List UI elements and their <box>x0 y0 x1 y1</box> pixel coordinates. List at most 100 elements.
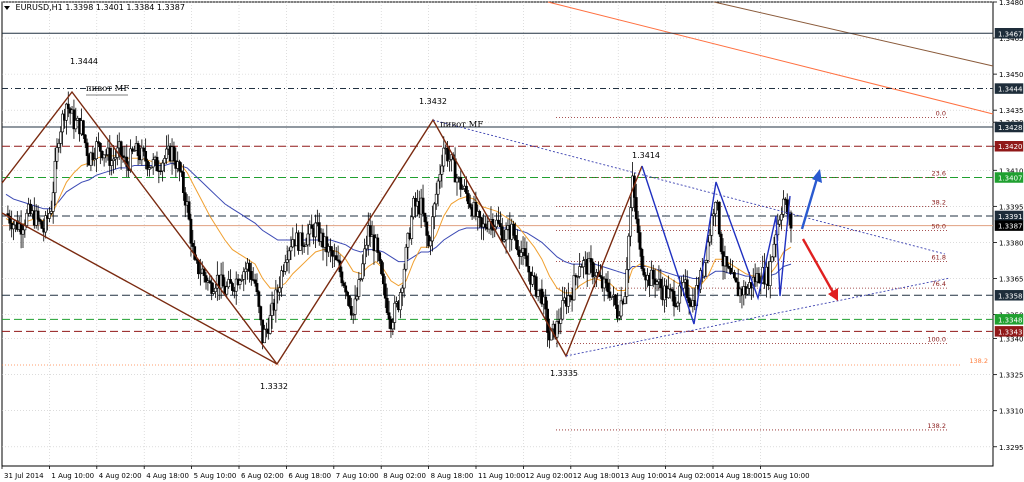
candle-body <box>136 143 140 156</box>
x-tick-label: 12 Aug 18:00 <box>573 472 620 480</box>
candle-body <box>40 221 44 229</box>
y-tick-label: 1.3325 <box>999 372 1024 380</box>
y-tick-label: 1.3395 <box>999 203 1024 211</box>
x-tick-label: 14 Aug 02:00 <box>668 472 715 480</box>
candle-body <box>655 281 659 285</box>
candle-body <box>440 165 444 175</box>
candle-body <box>536 290 540 297</box>
candle-body <box>578 266 582 277</box>
candle-body <box>342 282 346 287</box>
candle-body <box>280 270 283 289</box>
fib-level-label: 38.2 <box>932 198 946 206</box>
candle-body <box>400 287 404 293</box>
candle-body <box>289 246 293 252</box>
y-tick-label: 1.3450 <box>999 71 1024 79</box>
candle-body <box>55 147 59 162</box>
candle-body <box>466 193 470 204</box>
candle-body <box>478 211 482 218</box>
candle-body <box>66 103 70 109</box>
level-price-label: 1.3348 <box>998 316 1023 324</box>
candle-body <box>278 287 282 293</box>
y-tick-label: 1.3380 <box>999 239 1024 247</box>
candle-body <box>651 269 655 280</box>
candle-body <box>274 289 278 311</box>
x-tick-label: 15 Aug 10:00 <box>762 472 809 480</box>
y-tick-label: 1.3480 <box>999 0 1024 7</box>
candle-body <box>51 192 55 212</box>
candle-body <box>59 131 63 144</box>
candle-body <box>57 143 61 148</box>
candle-body <box>85 142 89 156</box>
candle-body <box>361 263 365 280</box>
candle-body <box>636 218 640 233</box>
ohlc-label: 1.3398 1.3401 1.3384 1.3387 <box>65 3 185 12</box>
candle-body <box>263 329 266 344</box>
candle-body <box>349 306 353 316</box>
candle-body <box>259 306 263 321</box>
fib-level-label: 23.6 <box>932 170 946 178</box>
fib-level-label: 0.0 <box>936 109 946 117</box>
candle-body <box>566 295 570 307</box>
candle-body <box>391 322 395 330</box>
dropdown-triangle-icon[interactable] <box>4 5 10 10</box>
level-price-label: 1.3407 <box>998 175 1023 183</box>
x-tick-label: 4 Aug 18:00 <box>146 472 189 480</box>
candle-body <box>582 260 585 268</box>
candle-body <box>778 219 782 225</box>
x-tick-label: 12 Aug 02:00 <box>525 472 572 480</box>
candle-body <box>672 290 676 307</box>
candle-body <box>497 219 500 224</box>
fib-level-label: 138.2 <box>927 422 946 430</box>
candle-body <box>306 233 310 246</box>
candle-body <box>155 156 159 172</box>
candle-body <box>129 148 132 171</box>
candle-body <box>425 221 429 236</box>
candle-body <box>446 147 449 162</box>
candle-body <box>238 280 242 285</box>
candle-body <box>83 134 87 144</box>
candle-body <box>706 241 710 261</box>
y-tick-label: 1.3435 <box>999 107 1024 115</box>
candle-body <box>151 159 155 168</box>
candle-body <box>434 193 438 205</box>
fib-level-label: 61.8 <box>932 254 946 262</box>
candle-body <box>421 197 425 214</box>
candle-body <box>757 273 761 284</box>
candle-body <box>161 162 165 172</box>
candle-body <box>732 272 736 279</box>
candle-body <box>95 141 98 160</box>
candle-body <box>25 212 29 226</box>
chart-canvas: 31 Jul 2014 1 Aug 10:00 4 Aug 02:00 4 Aug 1… <box>0 0 1024 482</box>
candle-body <box>572 275 576 301</box>
candle-body <box>746 288 749 295</box>
candle-body <box>36 210 40 220</box>
candle-body <box>483 223 487 228</box>
candle-body <box>393 302 397 323</box>
level-price-label: 1.3343 <box>998 328 1023 336</box>
candle-body <box>772 243 776 258</box>
candle-body <box>53 160 57 194</box>
annotation-pivot-1: пивот MF <box>86 84 129 94</box>
fib-level-label: 100.0 <box>927 335 946 343</box>
chart-header: EURUSD,H1 1.3398 1.3401 1.3384 1.3387 <box>4 3 185 12</box>
candle-body <box>555 321 559 338</box>
candle-body <box>268 315 272 334</box>
candle-body <box>768 261 772 286</box>
candle-body <box>249 271 253 280</box>
candle-body <box>559 318 563 324</box>
candle-body <box>468 203 472 208</box>
candle-body <box>48 213 51 219</box>
x-tick-label: 5 Aug 10:00 <box>194 472 237 480</box>
candle-body <box>383 283 387 299</box>
candle-body <box>283 262 287 272</box>
candle-body <box>357 279 361 297</box>
candle-body <box>244 268 248 273</box>
candle-body <box>346 291 349 297</box>
candle-body <box>614 294 617 306</box>
candle-body <box>770 256 774 262</box>
candle-body <box>81 120 85 136</box>
candle-body <box>334 255 338 261</box>
candle-body <box>514 235 517 241</box>
candle-body <box>382 273 385 285</box>
candle-body <box>189 218 193 244</box>
